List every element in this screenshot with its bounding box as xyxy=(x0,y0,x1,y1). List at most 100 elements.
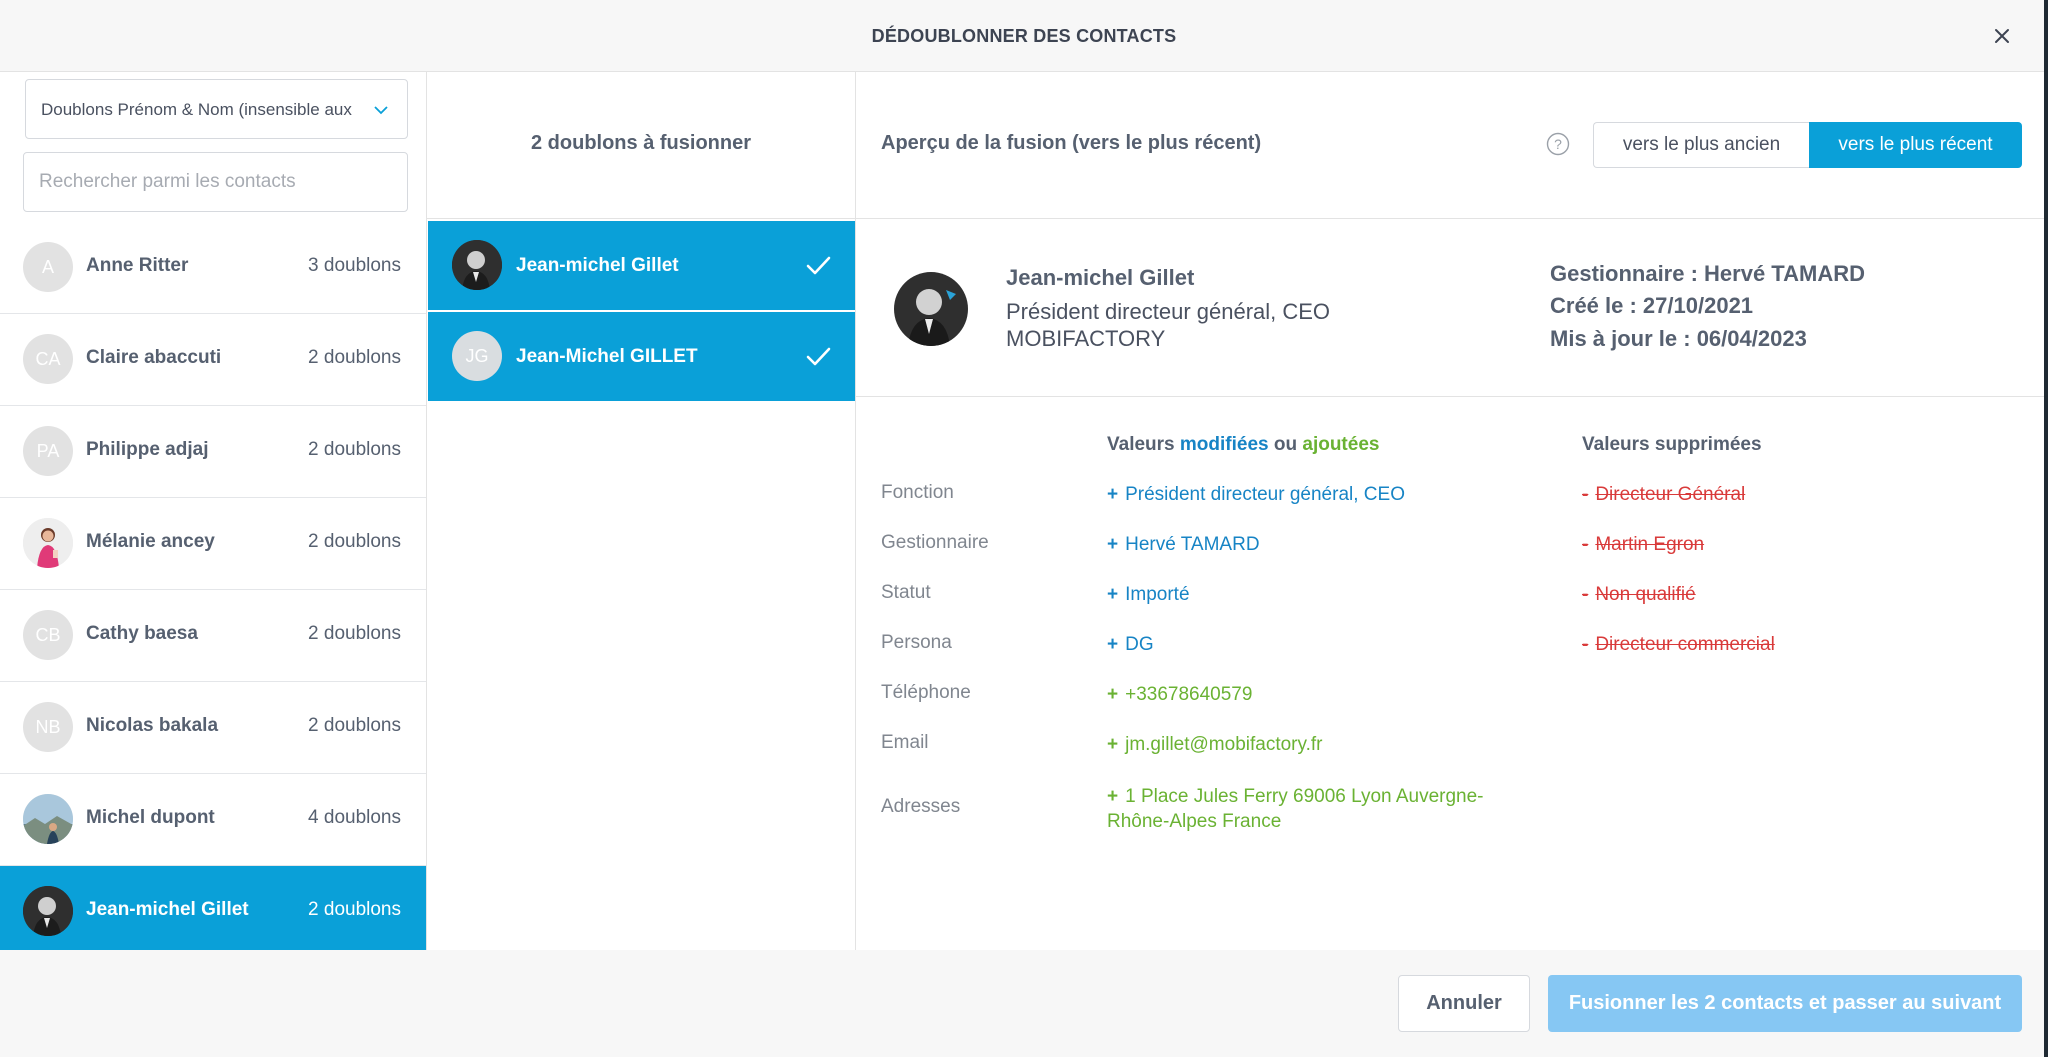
field-label-persona: Persona xyxy=(881,632,952,653)
contact-row-claire-abaccuti[interactable]: CA Claire abaccuti 2 doublons xyxy=(0,314,426,406)
plus-icon: + xyxy=(1107,684,1119,705)
svg-text:?: ? xyxy=(1554,136,1562,152)
profile-company: MOBIFACTORY xyxy=(1006,326,1166,351)
avatar-photo-man xyxy=(452,240,502,290)
window-edge xyxy=(2044,0,2048,1057)
duplicate-count: 3 doublons xyxy=(308,255,401,276)
contact-name: Mélanie ancey xyxy=(86,531,215,552)
duplicate-name: Jean-michel Gillet xyxy=(516,255,679,276)
checkmark-icon[interactable] xyxy=(803,342,833,372)
field-label-statut: Statut xyxy=(881,582,931,603)
chevron-down-icon xyxy=(374,106,388,115)
contact-row-jean-michel-gillet[interactable]: Jean-michel Gillet 2 doublons xyxy=(0,866,426,958)
toggle-newer-button[interactable]: vers le plus récent xyxy=(1809,122,2022,168)
contact-name: Cathy baesa xyxy=(86,623,198,644)
modal-title: DÉDOUBLONNER DES CONTACTS xyxy=(871,26,1177,46)
field-value-adresses: +1 Place Jules Ferry 69006 Lyon Auvergne… xyxy=(1107,784,1484,834)
field-value-telephone: + +33678640579 xyxy=(1107,684,1252,706)
avatar: A xyxy=(23,242,73,292)
contact-name: Claire abaccuti xyxy=(86,347,222,368)
profile-name: Jean-michel Gillet xyxy=(1006,265,1195,290)
avatar: JG xyxy=(452,331,502,381)
removed-value-text: Martin Egron xyxy=(1595,534,1705,555)
duplicate-item-2[interactable]: JG Jean-Michel GILLET xyxy=(428,312,855,401)
avatar: NB xyxy=(23,702,73,752)
contacts-column: Doublons Prénom & Nom (insensible aux A … xyxy=(0,72,427,958)
changes-header-or: ou xyxy=(1268,434,1303,455)
close-icon[interactable] xyxy=(1988,22,2016,50)
avatar: CB xyxy=(23,610,73,660)
contact-row-michel-dupont[interactable]: Michel dupont 4 doublons xyxy=(0,774,426,866)
plus-icon: + xyxy=(1107,734,1119,755)
merge-button[interactable]: Fusionner les 2 contacts et passer au su… xyxy=(1548,975,2022,1032)
removed-value-gestionnaire: - Martin Egron xyxy=(1582,534,1704,556)
field-value-email: + jm.gillet@mobifactory.fr xyxy=(1107,734,1322,756)
merge-preview-column: Aperçu de la fusion (vers le plus récent… xyxy=(856,72,2048,950)
changes-header-added: ajoutées xyxy=(1302,434,1380,455)
divider xyxy=(856,396,2048,397)
profile-role: Président directeur général, CEO xyxy=(1006,299,1331,324)
plus-icon: + xyxy=(1107,634,1119,655)
field-label-telephone: Téléphone xyxy=(881,682,971,703)
field-value-text: DG xyxy=(1125,634,1154,655)
contact-row-melanie-ancey[interactable]: Mélanie ancey 2 doublons xyxy=(0,498,426,590)
avatar-photo-landscape xyxy=(23,794,73,844)
field-label-email: Email xyxy=(881,732,929,753)
divider xyxy=(427,218,855,219)
removed-value-text: Directeur commercial xyxy=(1595,634,1775,655)
duplicate-count: 4 doublons xyxy=(308,807,401,828)
removed-header: Valeurs supprimées xyxy=(1582,434,1762,455)
minus-icon: - xyxy=(1582,534,1589,555)
checkmark-icon[interactable] xyxy=(803,251,833,281)
preview-title: Aperçu de la fusion (vers le plus récent… xyxy=(881,132,1262,154)
field-label-gestionnaire: Gestionnaire xyxy=(881,532,989,553)
profile-updated: Mis à jour le : 06/04/2023 xyxy=(1550,326,1807,351)
duplicate-count: 2 doublons xyxy=(308,347,401,368)
duplicate-rule-select[interactable]: Doublons Prénom & Nom (insensible aux xyxy=(25,79,408,139)
question-circle-icon[interactable]: ? xyxy=(1546,132,1570,156)
contact-list: A Anne Ritter 3 doublons CA Claire abacc… xyxy=(0,222,426,958)
cancel-button[interactable]: Annuler xyxy=(1398,975,1530,1032)
profile-created: Créé le : 27/10/2021 xyxy=(1550,293,1754,318)
duplicate-count: 2 doublons xyxy=(308,623,401,644)
avatar: CA xyxy=(23,334,73,384)
field-value-text: Président directeur général, CEO xyxy=(1125,484,1405,505)
dedup-modal: DÉDOUBLONNER DES CONTACTS Doublons Préno… xyxy=(0,0,2048,1057)
removed-value-fonction: - Directeur Général xyxy=(1582,484,1745,506)
contact-search-input[interactable] xyxy=(23,152,408,212)
minus-icon: - xyxy=(1582,584,1589,605)
avatar: PA xyxy=(23,426,73,476)
field-value-text: 1 Place Jules Ferry 69006 Lyon Auvergne- xyxy=(1125,786,1484,807)
contact-row-nicolas-bakala[interactable]: NB Nicolas bakala 2 doublons xyxy=(0,682,426,774)
duplicate-rule-value: Doublons Prénom & Nom (insensible aux xyxy=(41,100,352,119)
field-value-persona: + DG xyxy=(1107,634,1154,656)
minus-icon: - xyxy=(1582,484,1589,505)
toggle-older-button[interactable]: vers le plus ancien xyxy=(1593,122,1809,168)
field-value-text: Hervé TAMARD xyxy=(1125,534,1260,555)
plus-icon: + xyxy=(1107,484,1119,505)
field-value-text: Rhône-Alpes France xyxy=(1107,811,1282,832)
plus-icon: + xyxy=(1107,534,1119,555)
contact-row-anne-ritter[interactable]: A Anne Ritter 3 doublons xyxy=(0,222,426,314)
field-label-fonction: Fonction xyxy=(881,482,954,503)
removed-value-text: Directeur Général xyxy=(1595,484,1746,505)
modal-header: DÉDOUBLONNER DES CONTACTS xyxy=(0,0,2048,72)
changes-header: Valeurs modifiées ou ajoutées xyxy=(1107,434,1379,456)
contact-name: Jean-michel Gillet xyxy=(86,899,249,920)
duplicate-item-1[interactable]: Jean-michel Gillet xyxy=(428,221,855,310)
plus-icon: + xyxy=(1107,584,1119,605)
changes-header-prefix: Valeurs xyxy=(1107,434,1180,455)
profile-avatar-photo xyxy=(894,272,968,346)
modal-footer: Annuler Fusionner les 2 contacts et pass… xyxy=(0,950,2048,1057)
contact-name: Philippe adjaj xyxy=(86,439,209,460)
field-value-statut: + Importé xyxy=(1107,584,1190,606)
field-value-gestionnaire: + Hervé TAMARD xyxy=(1107,534,1260,556)
contact-row-philippe-adjaj[interactable]: PA Philippe adjaj 2 doublons xyxy=(0,406,426,498)
field-value-text: Importé xyxy=(1125,584,1190,605)
contact-row-cathy-baesa[interactable]: CB Cathy baesa 2 doublons xyxy=(0,590,426,682)
minus-icon: - xyxy=(1582,634,1589,655)
field-value-text: jm.gillet@mobifactory.fr xyxy=(1125,734,1323,755)
field-value-text: +33678640579 xyxy=(1125,684,1253,705)
duplicate-count: 2 doublons xyxy=(308,899,401,920)
contact-name: Anne Ritter xyxy=(86,255,189,276)
